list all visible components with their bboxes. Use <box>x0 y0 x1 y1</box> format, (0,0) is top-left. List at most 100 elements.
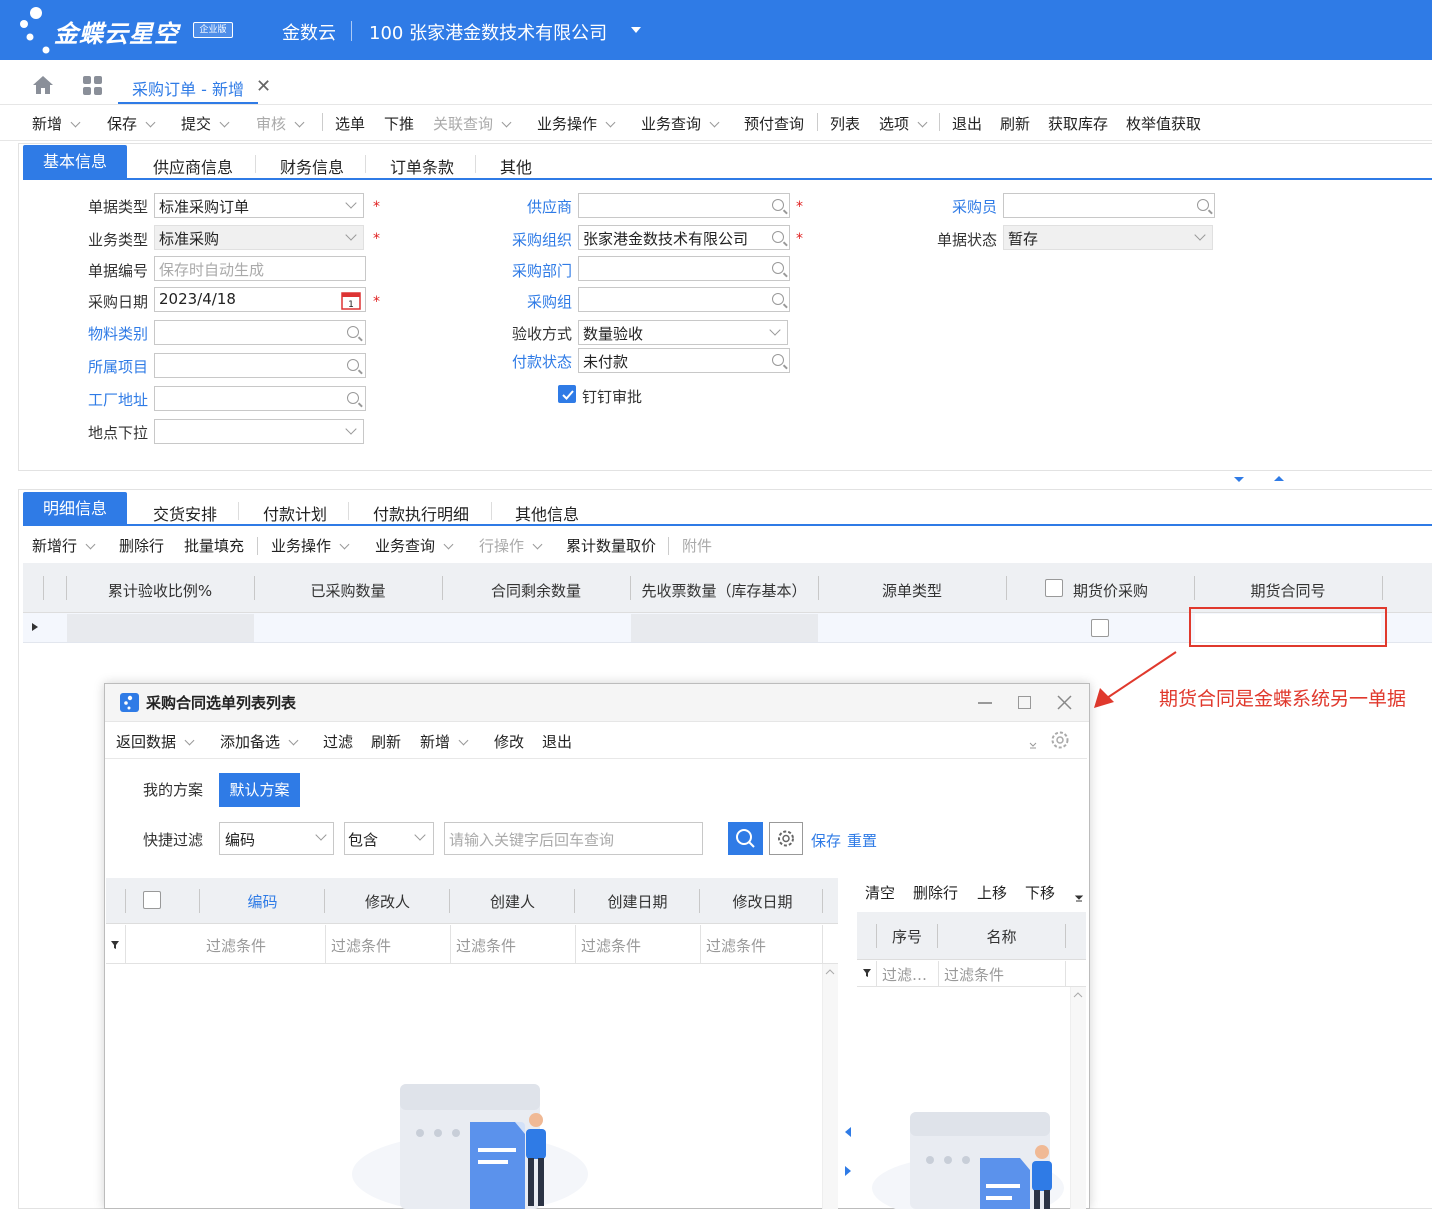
tab-payment-plan[interactable]: 付款计划 <box>263 501 327 525</box>
row-operation-button[interactable]: 行操作 <box>479 535 543 556</box>
filter-creator-input[interactable]: 过滤条件 <box>456 935 516 956</box>
material-category-label[interactable]: 物料类别 <box>88 323 148 344</box>
right-delete-row-button[interactable]: 删除行 <box>913 882 958 903</box>
tab-supplier-info[interactable]: 供应商信息 <box>153 154 233 178</box>
col-purchased-qty[interactable]: 已采购数量 <box>254 580 442 601</box>
attachment-button[interactable]: 附件 <box>682 535 712 556</box>
dialog-edit-button[interactable]: 修改 <box>494 731 524 752</box>
toolbar-list-button[interactable]: 列表 <box>830 113 860 134</box>
home-icon[interactable] <box>32 75 54 95</box>
filter-name-input[interactable]: 过滤条件 <box>944 964 1004 985</box>
tab-other-info[interactable]: 其他信息 <box>515 501 579 525</box>
move-left-icon[interactable] <box>844 1126 852 1138</box>
date-input[interactable]: 2023/4/18 <box>154 287 366 312</box>
toolbar-exit-button[interactable]: 退出 <box>952 113 982 134</box>
return-data-button[interactable]: 返回数据 <box>116 731 195 752</box>
supplier-input[interactable] <box>578 193 790 218</box>
search-icon[interactable] <box>347 359 359 371</box>
site-dropdown[interactable] <box>154 419 364 444</box>
col-source-type[interactable]: 源单类型 <box>818 580 1006 601</box>
acceptance-method-select[interactable]: 数量验收 <box>578 320 788 345</box>
tab-order-terms[interactable]: 订单条款 <box>390 154 454 178</box>
dialog-new-button[interactable]: 新增 <box>420 731 469 752</box>
close-icon[interactable] <box>1057 695 1072 710</box>
toolbar-new-button[interactable]: 新增 <box>32 113 81 134</box>
calendar-icon[interactable]: 1 <box>341 291 361 310</box>
org-selector[interactable]: 100 张家港金数技术有限公司 <box>369 19 607 45</box>
project-input[interactable] <box>154 353 366 378</box>
futures-price-select-all-checkbox[interactable] <box>1045 579 1063 597</box>
toolbar-related-query-button[interactable]: 关联查询 <box>433 113 512 134</box>
collapse-up-icon[interactable] <box>1273 474 1285 482</box>
dialog-filter-button[interactable]: 过滤 <box>323 731 353 752</box>
dingding-approval-checkbox[interactable] <box>558 385 576 403</box>
col-modifier[interactable]: 修改人 <box>325 891 450 912</box>
minimize-icon[interactable] <box>978 702 992 704</box>
toolbar-save-button[interactable]: 保存 <box>107 113 156 134</box>
toolbar-business-op-button[interactable]: 业务操作 <box>537 113 616 134</box>
toolbar-options-button[interactable]: 选项 <box>879 113 928 134</box>
search-icon[interactable] <box>772 231 784 243</box>
col-code[interactable]: 编码 <box>200 891 325 912</box>
factory-address-label[interactable]: 工厂地址 <box>88 389 148 410</box>
col-create-date[interactable]: 创建日期 <box>575 891 700 912</box>
tab-basic-info[interactable]: 基本信息 <box>23 145 127 179</box>
org-dropdown-icon[interactable] <box>631 27 641 33</box>
tab-delivery[interactable]: 交货安排 <box>153 501 217 525</box>
search-icon[interactable] <box>772 199 784 211</box>
purchase-dept-input[interactable] <box>578 256 790 281</box>
toolbar-business-query-button[interactable]: 业务查询 <box>641 113 720 134</box>
add-row-button[interactable]: 新增行 <box>32 535 96 556</box>
factory-address-input[interactable] <box>154 386 366 411</box>
filter-seq-input[interactable]: 过滤… <box>882 964 927 985</box>
scroll-up-icon[interactable] <box>825 968 835 975</box>
more-down-icon[interactable] <box>1028 740 1038 750</box>
tab-other[interactable]: 其他 <box>500 154 532 178</box>
toolbar-enum-value-button[interactable]: 枚举值获取 <box>1126 113 1201 134</box>
apps-grid-icon[interactable] <box>82 75 103 96</box>
biz-type-select[interactable]: 标准采购 <box>154 225 364 250</box>
payment-status-input[interactable]: 未付款 <box>578 348 790 373</box>
move-down-button[interactable]: 下移 <box>1025 882 1055 903</box>
col-modify-date[interactable]: 修改日期 <box>700 891 825 912</box>
batch-fill-button[interactable]: 批量填充 <box>184 535 244 556</box>
maximize-icon[interactable] <box>1018 696 1031 709</box>
grid-cell[interactable] <box>67 614 254 642</box>
payment-status-label[interactable]: 付款状态 <box>512 351 572 372</box>
toolbar-refresh-button[interactable]: 刷新 <box>1000 113 1030 134</box>
search-icon[interactable] <box>772 293 784 305</box>
tab-detail-info[interactable]: 明细信息 <box>23 492 127 525</box>
search-icon[interactable] <box>1197 199 1209 211</box>
add-candidate-button[interactable]: 添加备选 <box>220 731 299 752</box>
right-scrollbar[interactable] <box>1070 987 1086 1209</box>
detail-business-op-button[interactable]: 业务操作 <box>271 535 350 556</box>
col-name[interactable]: 名称 <box>938 926 1065 947</box>
toolbar-select-button[interactable]: 选单 <box>335 113 365 134</box>
futures-price-row-checkbox[interactable] <box>1091 619 1109 637</box>
save-scheme-link[interactable]: 保存 <box>811 830 841 851</box>
list-scrollbar[interactable] <box>822 964 838 1209</box>
tab-purchase-order-new[interactable]: 采购订单 - 新增 <box>118 66 258 104</box>
default-scheme-button[interactable]: 默认方案 <box>219 773 300 807</box>
move-up-button[interactable]: 上移 <box>977 882 1007 903</box>
buyer-input[interactable] <box>1003 193 1215 218</box>
material-category-input[interactable] <box>154 320 366 345</box>
buyer-label[interactable]: 采购员 <box>952 196 997 217</box>
detail-business-query-button[interactable]: 业务查询 <box>375 535 454 556</box>
expand-down-icon[interactable] <box>1233 476 1245 484</box>
settings-gear-icon[interactable] <box>1050 730 1070 750</box>
app-name[interactable]: 金数云 <box>282 19 336 45</box>
filter-settings-button[interactable] <box>769 822 803 855</box>
filter-code-input[interactable]: 过滤条件 <box>206 935 266 956</box>
tab-payment-execution[interactable]: 付款执行明细 <box>373 501 469 525</box>
keyword-search-input[interactable]: 请输入关键字后回车查询 <box>444 822 703 855</box>
doc-status-select[interactable]: 暂存 <box>1003 225 1213 250</box>
col-creator[interactable]: 创建人 <box>450 891 575 912</box>
doc-type-select[interactable]: 标准采购订单 <box>154 193 364 218</box>
col-accept-ratio[interactable]: 累计验收比例% <box>66 580 254 601</box>
filter-modifier-input[interactable]: 过滤条件 <box>331 935 391 956</box>
cumulative-price-button[interactable]: 累计数量取价 <box>566 535 656 556</box>
search-icon[interactable] <box>772 262 784 274</box>
toolbar-push-button[interactable]: 下推 <box>384 113 414 134</box>
close-tab-icon[interactable]: ✕ <box>256 76 271 97</box>
